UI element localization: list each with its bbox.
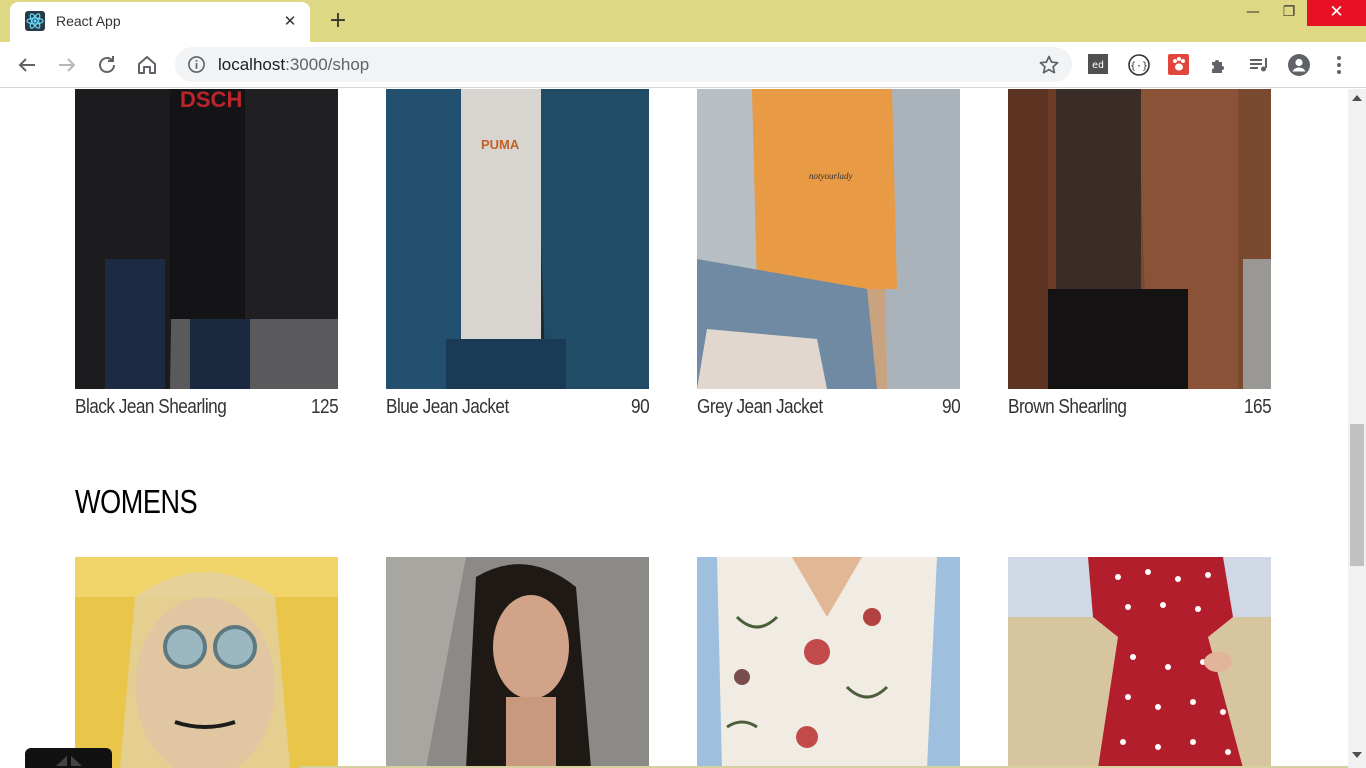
tab-strip: React App ✕ + — ❐ ✕: [0, 0, 1366, 42]
product-info: Black Jean Shearling 125: [75, 396, 339, 426]
address-bar[interactable]: localhost:3000/shop: [175, 47, 1072, 82]
svg-text:DSCH: DSCH: [180, 89, 242, 112]
chrome-menu-icon[interactable]: [1327, 53, 1351, 77]
product-price: 90: [942, 396, 961, 418]
scrollbar-thumb[interactable]: [1350, 424, 1364, 566]
extension-paw-icon[interactable]: [1167, 53, 1191, 77]
product-image-womens-4[interactable]: [1008, 557, 1271, 768]
product-image-womens-3[interactable]: [697, 557, 960, 768]
svg-text:PUMA: PUMA: [481, 137, 520, 152]
reload-icon[interactable]: [95, 53, 119, 77]
profile-avatar-icon[interactable]: [1287, 53, 1311, 77]
url-path: :3000/shop: [285, 55, 370, 74]
extension-brackets-icon[interactable]: {·}: [1127, 53, 1151, 77]
tab-close-icon[interactable]: ✕: [280, 11, 300, 31]
product-image-black-jean-shearling[interactable]: DSCH: [75, 89, 338, 389]
bookmark-star-icon[interactable]: [1037, 53, 1061, 77]
product-name: Grey Jean Jacket: [697, 396, 823, 418]
site-info-icon[interactable]: [187, 55, 206, 74]
vertical-scrollbar[interactable]: [1348, 89, 1366, 768]
product-image-womens-2[interactable]: [386, 557, 649, 768]
scroll-down-arrow-icon[interactable]: [1352, 752, 1362, 758]
shop-page: DSCH Black Jean Shearling 125 PUMA Blue …: [0, 89, 1348, 768]
new-tab-button[interactable]: +: [324, 8, 352, 34]
extensions-puzzle-icon[interactable]: [1207, 53, 1231, 77]
product-image-grey-jean-jacket[interactable]: notyourlady: [697, 89, 960, 389]
product-info: Blue Jean Jacket 90: [386, 396, 650, 426]
product-image-blue-jean-jacket[interactable]: PUMA: [386, 89, 649, 389]
floating-widget[interactable]: [25, 748, 112, 768]
product-name: Brown Shearling: [1008, 396, 1127, 418]
react-logo-icon: [25, 11, 45, 31]
svg-text:ed: ed: [1092, 60, 1104, 71]
product-price: 90: [631, 396, 650, 418]
product-name: Blue Jean Jacket: [386, 396, 509, 418]
product-image-womens-1[interactable]: [75, 557, 338, 768]
product-image-brown-shearling[interactable]: [1008, 89, 1271, 389]
svg-text:{·}: {·}: [1130, 61, 1148, 72]
widget-shape-icon: [56, 754, 82, 766]
back-arrow-icon[interactable]: [15, 53, 39, 77]
product-price: 125: [311, 396, 339, 418]
url-text[interactable]: localhost:3000/shop: [218, 55, 369, 75]
scroll-up-arrow-icon[interactable]: [1352, 95, 1362, 101]
product-name: Black Jean Shearling: [75, 396, 227, 418]
product-info: Brown Shearling 165: [1008, 396, 1272, 426]
svg-text:notyourlady: notyourlady: [809, 171, 853, 181]
browser-toolbar: localhost:3000/shop ed {·}: [0, 42, 1366, 88]
url-host: localhost: [218, 55, 286, 74]
window-maximize-button[interactable]: ❐: [1266, 0, 1312, 26]
window-close-button[interactable]: ✕: [1307, 0, 1366, 26]
media-queue-icon[interactable]: [1247, 53, 1271, 77]
product-info: Grey Jean Jacket 90: [697, 396, 961, 426]
section-title-womens[interactable]: WOMENS: [75, 483, 198, 521]
tab-title: React App: [56, 13, 121, 29]
forward-arrow-icon[interactable]: [55, 53, 79, 77]
extension-ed-icon[interactable]: ed: [1087, 53, 1111, 77]
home-icon[interactable]: [135, 53, 159, 77]
product-price: 165: [1244, 396, 1272, 418]
browser-tab[interactable]: React App ✕: [10, 2, 310, 42]
